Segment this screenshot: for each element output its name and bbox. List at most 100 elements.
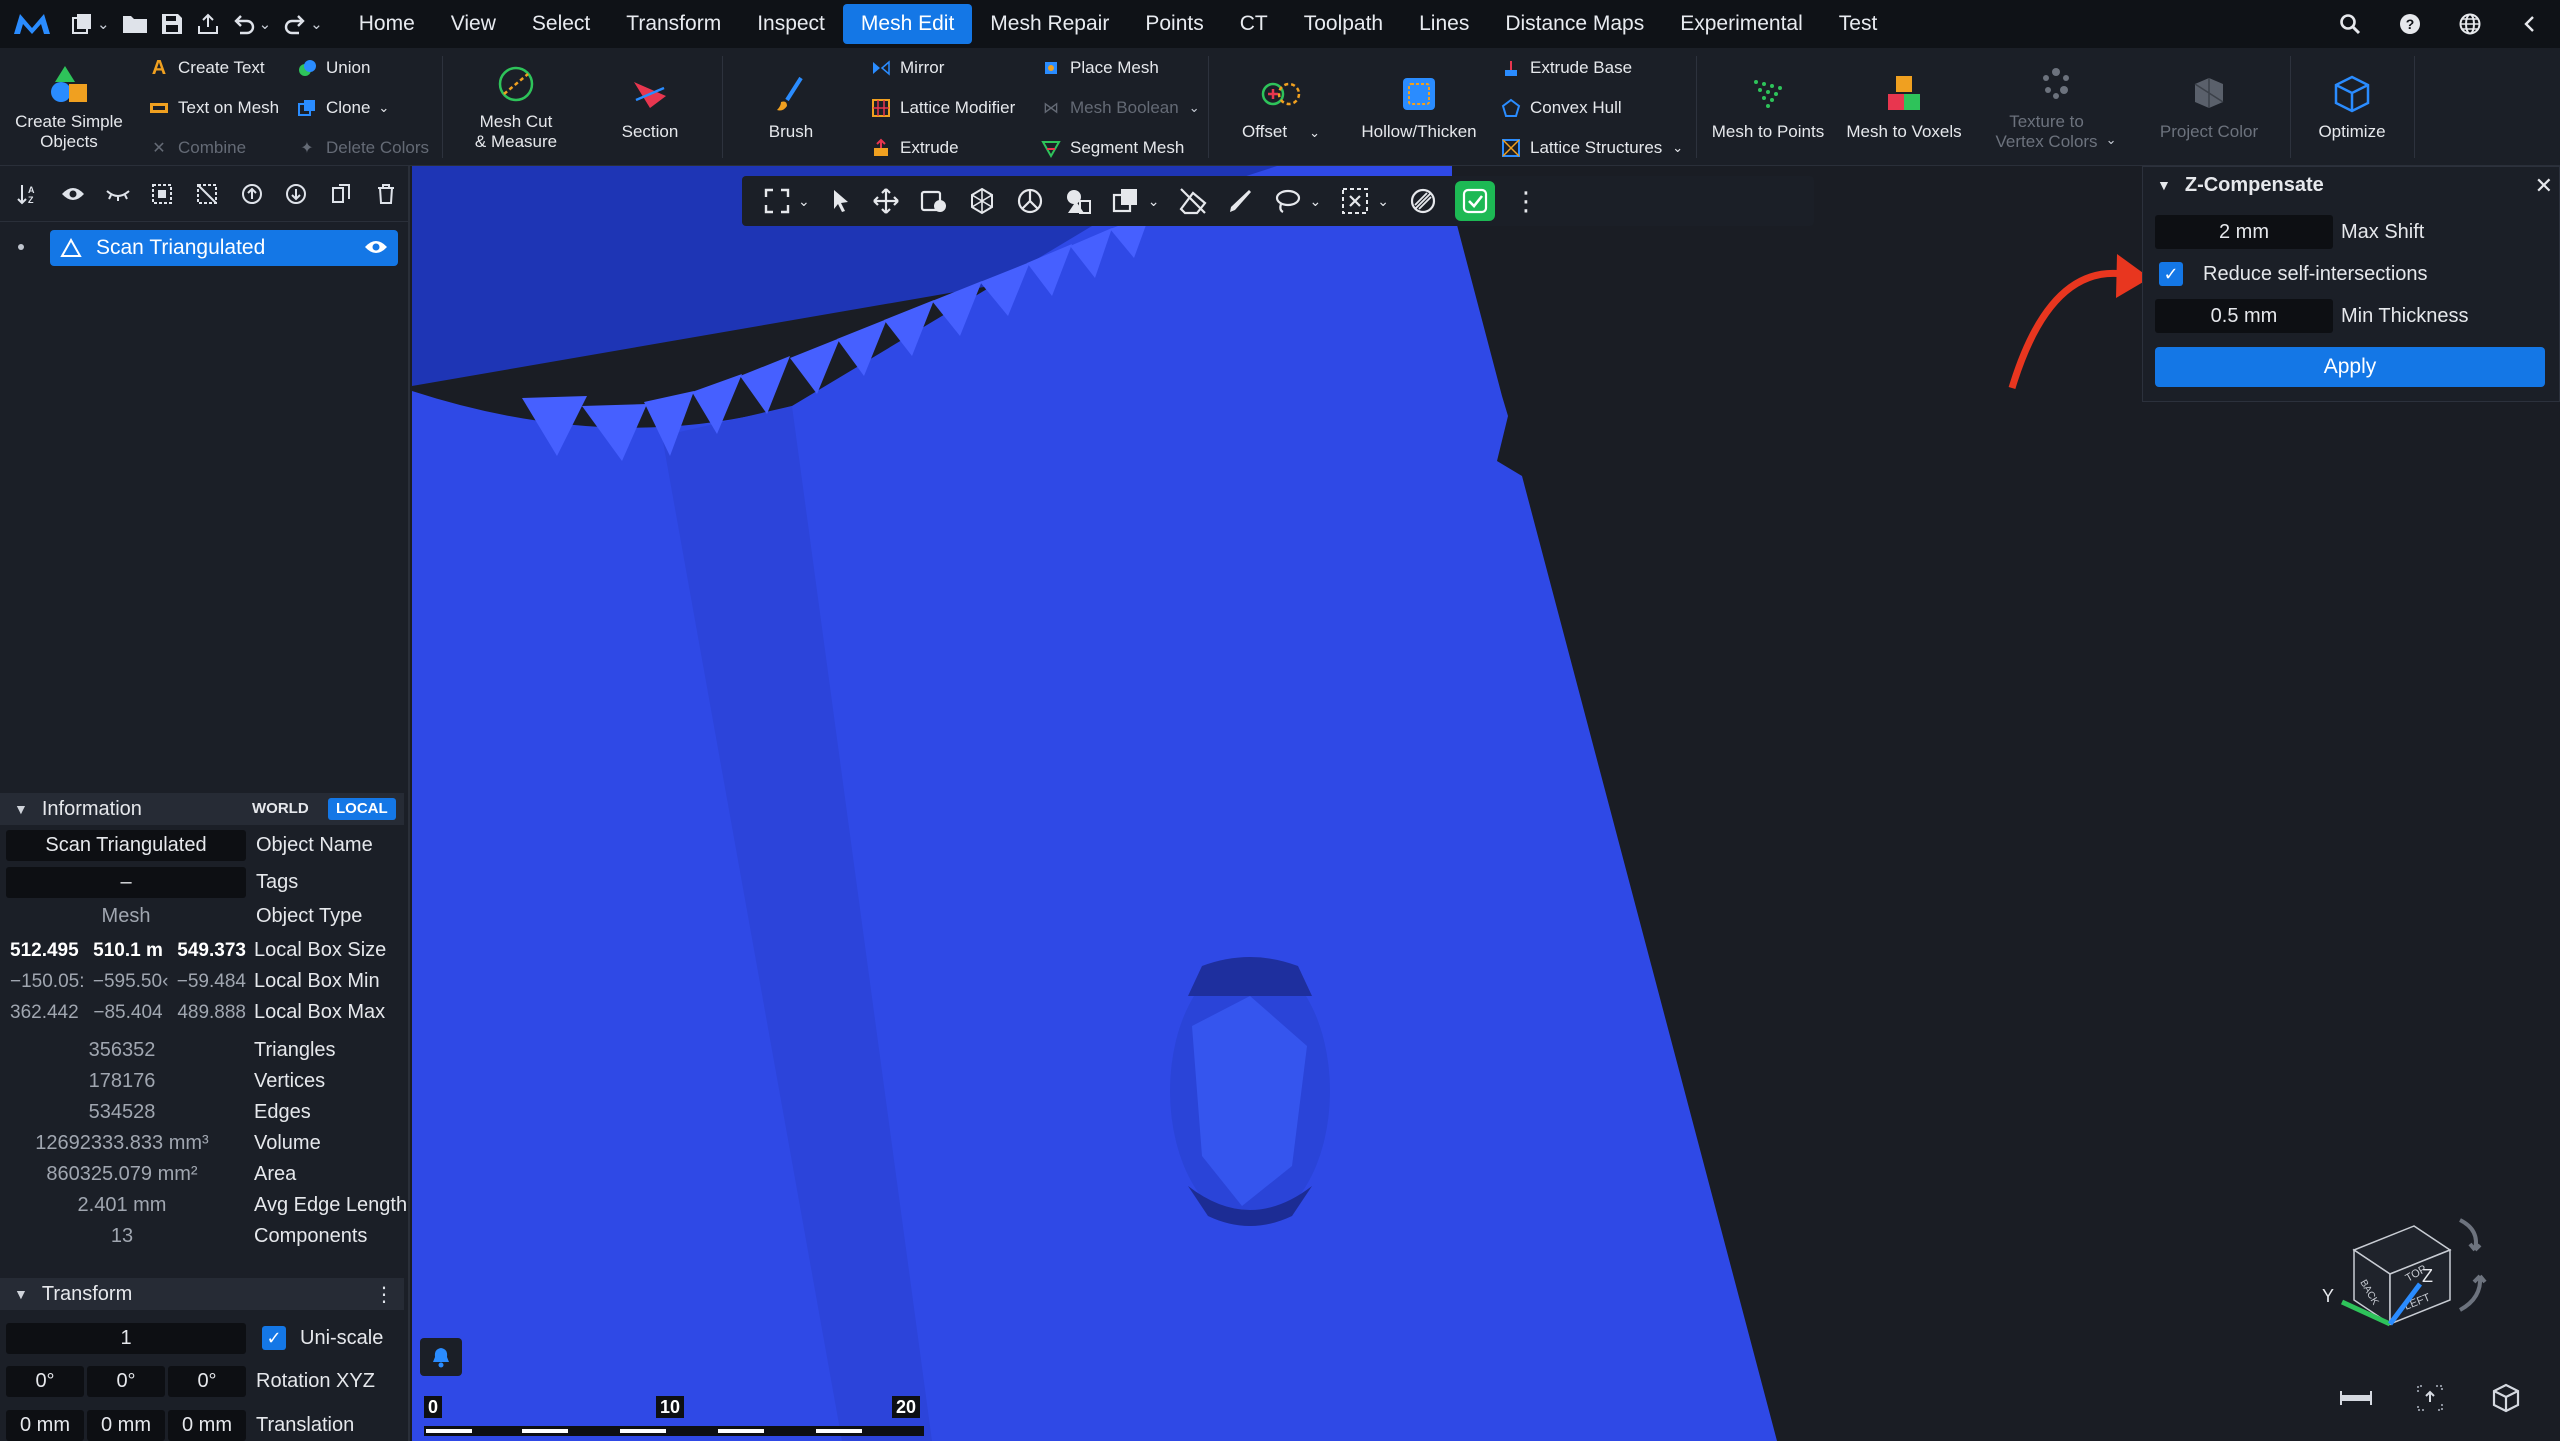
undo-icon[interactable]: ⌄ xyxy=(226,0,278,48)
mirror-button[interactable]: Mirror xyxy=(870,54,944,82)
translation-x-input[interactable]: 0 mm xyxy=(6,1409,84,1441)
no-occlusion-icon[interactable] xyxy=(1399,176,1447,226)
export-icon[interactable] xyxy=(190,0,226,48)
rotation-z-input[interactable]: 0° xyxy=(168,1365,246,1397)
shape-tools-icon[interactable] xyxy=(1054,176,1102,226)
view-mode-cube-icon[interactable] xyxy=(2486,1380,2526,1416)
optimize-button[interactable]: Optimize xyxy=(2300,48,2404,166)
menu-tab-mesh-repair[interactable]: Mesh Repair xyxy=(972,4,1127,44)
convex-hull-button[interactable]: Convex Hull xyxy=(1500,94,1622,122)
move-up-icon[interactable] xyxy=(229,174,274,214)
pen-icon[interactable] xyxy=(1217,176,1263,226)
globe-icon[interactable] xyxy=(2440,0,2500,48)
mesh-cut-measure-button[interactable]: Mesh Cut & Measure xyxy=(452,48,580,166)
collapse-ribbon-icon[interactable] xyxy=(2500,0,2560,48)
menu-tab-test[interactable]: Test xyxy=(1821,4,1896,44)
redo-icon[interactable]: ⌄ xyxy=(277,0,329,48)
help-icon[interactable]: ? xyxy=(2380,0,2440,48)
rotation-y-input[interactable]: 0° xyxy=(87,1365,165,1397)
min-thickness-input[interactable]: 0.5 mm xyxy=(2155,299,2333,333)
menu-tab-home[interactable]: Home xyxy=(341,4,433,44)
menu-tab-mesh-edit[interactable]: Mesh Edit xyxy=(842,4,973,44)
scale-input[interactable]: 1 xyxy=(6,1322,246,1354)
segment-mesh-button[interactable]: Segment Mesh xyxy=(1040,134,1184,162)
text-on-mesh-button[interactable]: Text on Mesh xyxy=(148,94,279,122)
notification-bell-icon[interactable] xyxy=(420,1338,462,1376)
confirm-check-icon[interactable] xyxy=(1454,181,1495,221)
deselect-icon[interactable] xyxy=(185,174,230,214)
hollow-thicken-button[interactable]: Hollow/Thicken xyxy=(1350,48,1488,166)
menu-tab-lines[interactable]: Lines xyxy=(1401,4,1487,44)
menu-tab-inspect[interactable]: Inspect xyxy=(739,4,843,44)
rotate-cw-icon[interactable] xyxy=(2459,1218,2482,1252)
project-color-button[interactable]: Project Color xyxy=(2140,48,2278,166)
offset-button[interactable]: Offset ⌄ xyxy=(1222,48,1340,166)
eye-icon[interactable] xyxy=(51,174,96,214)
extrude-base-button[interactable]: Extrude Base xyxy=(1500,54,1632,82)
create-text-button[interactable]: A Create Text xyxy=(148,54,265,82)
object-name-field[interactable]: Scan Triangulated xyxy=(6,830,246,861)
move-icon[interactable] xyxy=(862,176,910,226)
z-compensate-header[interactable]: ▼ Z-Compensate ✕ xyxy=(2143,167,2559,203)
fit-selection-icon[interactable] xyxy=(2410,1380,2450,1416)
view-cube[interactable]: TOP BACK LEFT Y Z xyxy=(2310,1190,2540,1350)
transform-header[interactable]: ▼ Transform ⋮ xyxy=(0,1278,404,1310)
box-deselect-icon[interactable]: ⌄ xyxy=(1331,176,1399,226)
delete-icon[interactable] xyxy=(363,174,408,214)
select-arrow-icon[interactable] xyxy=(820,176,862,226)
uniscale-checkbox[interactable]: ✓ xyxy=(262,1326,286,1350)
lattice-structures-button[interactable]: Lattice Structures ⌄ xyxy=(1500,134,1683,162)
transform-gizmo-icon[interactable] xyxy=(958,176,1006,226)
clone-button[interactable]: Clone ⌄ xyxy=(296,94,389,122)
menu-tab-experimental[interactable]: Experimental xyxy=(1662,4,1821,44)
mesh-to-voxels-button[interactable]: Mesh to Voxels xyxy=(1840,48,1968,166)
extrude-button[interactable]: Extrude xyxy=(870,134,959,162)
lattice-modifier-button[interactable]: Lattice Modifier xyxy=(870,94,1015,122)
edit-object-icon[interactable] xyxy=(910,176,958,226)
menu-tab-view[interactable]: View xyxy=(433,4,514,44)
duplicate-icon[interactable] xyxy=(319,174,364,214)
fit-view-icon[interactable]: ⌄ xyxy=(754,176,820,226)
place-mesh-button[interactable]: Place Mesh xyxy=(1040,54,1159,82)
delete-colors-button[interactable]: ✦ Delete Colors xyxy=(296,134,429,162)
create-simple-objects-button[interactable]: Create Simple Objects xyxy=(8,48,130,166)
rotate-icon[interactable] xyxy=(1006,176,1054,226)
menu-tab-toolpath[interactable]: Toolpath xyxy=(1286,4,1401,44)
menu-tab-ct[interactable]: CT xyxy=(1222,4,1286,44)
tags-field[interactable]: – xyxy=(6,867,246,898)
combine-button[interactable]: ✕ Combine xyxy=(148,134,246,162)
visibility-eye-icon[interactable] xyxy=(364,239,388,255)
max-shift-input[interactable]: 2 mm xyxy=(2155,215,2333,249)
mesh-to-points-button[interactable]: Mesh to Points xyxy=(1706,48,1830,166)
save-icon[interactable] xyxy=(154,0,190,48)
menu-tab-points[interactable]: Points xyxy=(1127,4,1221,44)
rotate-ccw-icon[interactable] xyxy=(2458,1274,2487,1312)
translation-y-input[interactable]: 0 mm xyxy=(87,1409,165,1441)
new-scene-icon[interactable]: ⌄ xyxy=(64,0,116,48)
move-down-icon[interactable] xyxy=(274,174,319,214)
apply-button[interactable]: Apply xyxy=(2155,347,2545,387)
mesh-boolean-button[interactable]: ⋈ Mesh Boolean ⌄ xyxy=(1040,94,1200,122)
reduce-self-intersections-checkbox[interactable]: ✓ xyxy=(2159,262,2183,286)
select-all-icon[interactable] xyxy=(140,174,185,214)
menu-tab-select[interactable]: Select xyxy=(514,4,608,44)
information-header[interactable]: ▼ Information WORLD LOCAL xyxy=(0,793,404,825)
sort-icon[interactable]: AZ xyxy=(6,174,51,214)
scene-tree-item[interactable]: Scan Triangulated xyxy=(50,230,398,266)
open-folder-icon[interactable] xyxy=(116,0,154,48)
local-toggle[interactable]: LOCAL xyxy=(328,798,396,820)
lasso-icon[interactable]: ⌄ xyxy=(1263,176,1331,226)
union-button[interactable]: Union xyxy=(296,54,370,82)
close-icon[interactable]: ✕ xyxy=(2535,173,2553,199)
erase-icon[interactable] xyxy=(1169,176,1217,226)
section-button[interactable]: Section xyxy=(590,48,710,166)
world-toggle[interactable]: WORLD xyxy=(244,798,317,820)
more-options-icon[interactable]: ⋮ xyxy=(1503,176,1549,226)
measure-ruler-icon[interactable] xyxy=(2336,1380,2376,1416)
brush-button[interactable]: Brush xyxy=(736,48,846,166)
menu-tab-distance-maps[interactable]: Distance Maps xyxy=(1487,4,1662,44)
search-icon[interactable] xyxy=(2320,0,2380,48)
rotation-x-input[interactable]: 0° xyxy=(6,1365,84,1397)
more-options-icon[interactable]: ⋮ xyxy=(374,1282,394,1307)
hide-icon[interactable] xyxy=(95,174,140,214)
